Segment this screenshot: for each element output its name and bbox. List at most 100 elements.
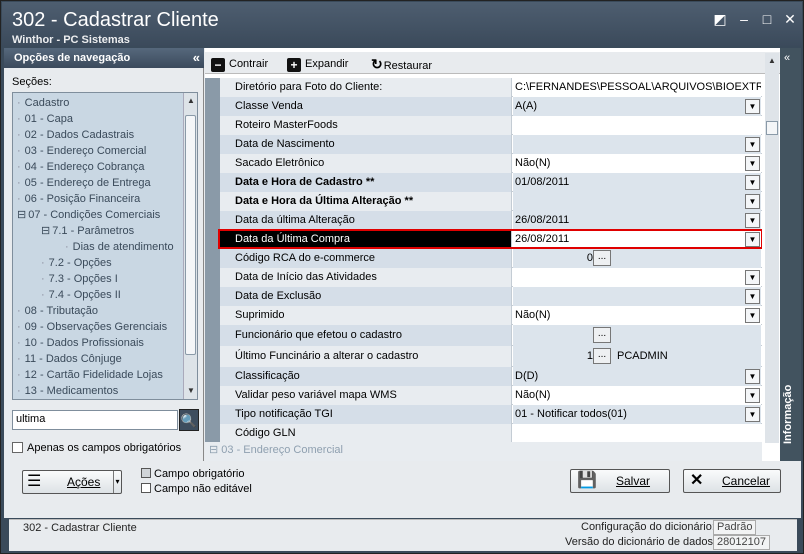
tree-item[interactable]: · 06 - Posição Financeira — [17, 191, 140, 207]
property-value[interactable]: 01 - Notificar todos(01) ▼ — [513, 405, 761, 424]
save-button[interactable]: 💾 Salvar — [570, 469, 670, 493]
checkbox-box[interactable] — [12, 442, 23, 453]
tree-item[interactable]: · 10 - Dados Profissionais — [17, 335, 144, 351]
dropdown-arrow-icon[interactable]: ▼ — [745, 407, 760, 422]
scroll-up-icon[interactable]: ▲ — [766, 55, 778, 67]
property-row[interactable]: Classe Venda A(A) ▼ — [205, 97, 762, 116]
scroll-thumb[interactable] — [185, 115, 196, 355]
actions-button[interactable]: ☰ Ações ▾ — [22, 470, 122, 494]
tree-item[interactable]: · 11 - Dados Cônjuge — [17, 351, 122, 367]
property-row[interactable]: Data e Hora da Última Alteração ** ▼ — [205, 192, 762, 211]
dropdown-arrow-icon[interactable]: ▼ — [745, 270, 760, 285]
tree-item[interactable]: · Dias de atendimento — [65, 239, 174, 255]
dropdown-arrow-icon[interactable]: ▼ — [745, 194, 760, 209]
cancel-button[interactable]: ✕ Cancelar — [683, 469, 781, 493]
tree-item[interactable]: ⊟ 7.1 - Parâmetros — [41, 223, 134, 239]
property-row[interactable]: Data da Última Compra 26/08/2011 ▼ — [205, 230, 762, 249]
close-icon[interactable]: ✕ — [782, 11, 798, 27]
search-input[interactable]: ultima — [12, 410, 178, 430]
maximize-icon[interactable]: □ — [759, 11, 775, 27]
property-value[interactable]: ... — [513, 325, 761, 346]
property-value[interactable] — [513, 116, 761, 135]
property-row[interactable]: Data de Exclusão ▼ — [205, 287, 762, 306]
tree-item[interactable]: · 05 - Endereço de Entrega — [17, 175, 151, 191]
resize-icon[interactable]: ◩ — [712, 11, 728, 27]
property-value[interactable]: 26/08/2011 ▼ — [513, 211, 761, 230]
dropdown-arrow-icon[interactable]: ▼ — [745, 289, 760, 304]
tree-item[interactable]: · 7.2 - Opções — [41, 255, 112, 271]
restore-button[interactable]: ↻Restaurar — [371, 55, 432, 73]
property-row[interactable]: Diretório para Foto do Cliente: C:\FERNAN… — [205, 78, 762, 97]
info-side-panel[interactable]: « Informação — [780, 48, 801, 461]
tree-item[interactable]: · 03 - Endereço Comercial — [17, 143, 146, 159]
tree-item[interactable]: · 08 - Tributação — [17, 303, 98, 319]
collapse-button[interactable]: − Contrair — [211, 55, 268, 73]
property-value[interactable]: Não(N) ▼ — [513, 306, 761, 325]
property-value[interactable]: ▼ — [513, 192, 761, 211]
scroll-up-icon[interactable]: ▲ — [185, 95, 197, 107]
collapse-chevron-icon[interactable]: « — [193, 48, 200, 68]
tree-scrollbar[interactable]: ▲ ▼ — [183, 93, 197, 399]
property-value[interactable]: ▼ — [513, 135, 761, 154]
tree-item[interactable]: · 09 - Observações Gerenciais — [17, 319, 167, 335]
only-required-checkbox[interactable]: Apenas os campos obrigatórios — [12, 442, 181, 454]
tree-item[interactable]: · 04 - Endereço Cobrança — [17, 159, 145, 175]
property-row[interactable]: Classificação D(D) ▼ — [205, 367, 762, 386]
ellipsis-button[interactable]: ... — [593, 249, 611, 266]
property-value[interactable] — [513, 424, 761, 442]
property-row[interactable]: Data de Nascimento ▼ — [205, 135, 762, 154]
dropdown-arrow-icon[interactable]: ▼ — [745, 175, 760, 190]
dropdown-arrow-icon[interactable]: ▼ — [745, 156, 760, 171]
dropdown-arrow-icon[interactable]: ▼ — [745, 308, 760, 323]
tree-item[interactable]: · 7.3 - Opções I — [41, 271, 118, 287]
property-value[interactable]: 01/08/2011 ▼ — [513, 173, 761, 192]
dropdown-arrow-icon[interactable]: ▾ — [113, 471, 121, 493]
dropdown-arrow-icon[interactable]: ▼ — [745, 369, 760, 384]
grid-group-header[interactable]: ⊟ 03 - Endereço Comercial — [205, 442, 762, 461]
tree-item[interactable]: · 01 - Capa — [17, 111, 73, 127]
property-row[interactable]: Data da última Alteração 26/08/2011 ▼ — [205, 211, 762, 230]
property-value[interactable]: D(D) ▼ — [513, 367, 761, 386]
property-row[interactable]: Tipo notificação TGI 01 - Notificar todos… — [205, 405, 762, 424]
minimize-icon[interactable]: – — [736, 11, 752, 27]
dropdown-arrow-icon[interactable]: ▼ — [745, 388, 760, 403]
scroll-down-icon[interactable]: ▼ — [185, 385, 197, 397]
property-value[interactable]: 26/08/2011 ▼ — [513, 230, 761, 249]
dropdown-arrow-icon[interactable]: ▼ — [745, 137, 760, 152]
dropdown-arrow-icon[interactable]: ▼ — [745, 213, 760, 228]
expand-button[interactable]: + Expandir — [287, 55, 348, 73]
chevron-left-icon[interactable]: « — [784, 52, 790, 64]
tree-item[interactable]: · 13 - Medicamentos — [17, 383, 118, 399]
property-value[interactable]: Não(N) ▼ — [513, 154, 761, 173]
grid-scroll-thumb[interactable] — [766, 121, 778, 135]
property-row[interactable]: Código GLN — [205, 424, 762, 442]
tree-expander-icon[interactable]: ⊟ — [17, 209, 26, 221]
dropdown-arrow-icon[interactable]: ▼ — [745, 232, 760, 247]
property-value[interactable]: 0... — [513, 249, 761, 268]
property-row[interactable]: Último Funcinário a alterar o cadastro 1.… — [205, 346, 762, 367]
property-value[interactable]: ▼ — [513, 287, 761, 306]
tree-item[interactable]: · Cadastro — [17, 95, 69, 111]
ellipsis-button[interactable]: ... — [593, 326, 611, 343]
property-row[interactable]: Data e Hora de Cadastro ** 01/08/2011 ▼ — [205, 173, 762, 192]
property-row[interactable]: Data de Início das Atividades ▼ — [205, 268, 762, 287]
tree-item[interactable]: · 12 - Cartão Fidelidade Lojas — [17, 367, 163, 383]
property-row[interactable]: Validar peso variável mapa WMS Não(N) ▼ — [205, 386, 762, 405]
search-icon[interactable]: 🔍 — [179, 409, 199, 431]
property-row[interactable]: Roteiro MasterFoods — [205, 116, 762, 135]
dropdown-arrow-icon[interactable]: ▼ — [745, 99, 760, 114]
property-value[interactable]: A(A) ▼ — [513, 97, 761, 116]
property-value[interactable]: 1... PCADMIN — [513, 346, 761, 367]
tree-item[interactable]: · 7.4 - Opções II — [41, 287, 121, 303]
property-value[interactable]: Não(N) ▼ — [513, 386, 761, 405]
tree-expander-icon[interactable]: ⊟ — [41, 225, 50, 237]
property-row[interactable]: Suprimido Não(N) ▼ — [205, 306, 762, 325]
property-value[interactable]: C:\FERNANDES\PESSOAL\ARQUIVOS\BIOEXTRATU… — [513, 78, 761, 97]
sections-tree[interactable]: · Cadastro · 01 - Capa · 02 - Dados Cadastrai… — [12, 92, 198, 400]
tree-item[interactable]: ⊟ 07 - Condições Comerciais — [17, 207, 160, 223]
tree-item[interactable]: · 02 - Dados Cadastrais — [17, 127, 134, 143]
grid-scrollbar[interactable]: ▲ — [765, 53, 779, 443]
property-row[interactable]: Código RCA do e-commerce 0... — [205, 249, 762, 268]
property-row[interactable]: Funcionário que efetou o cadastro... — [205, 325, 762, 346]
property-row[interactable]: Sacado Eletrônico Não(N) ▼ — [205, 154, 762, 173]
